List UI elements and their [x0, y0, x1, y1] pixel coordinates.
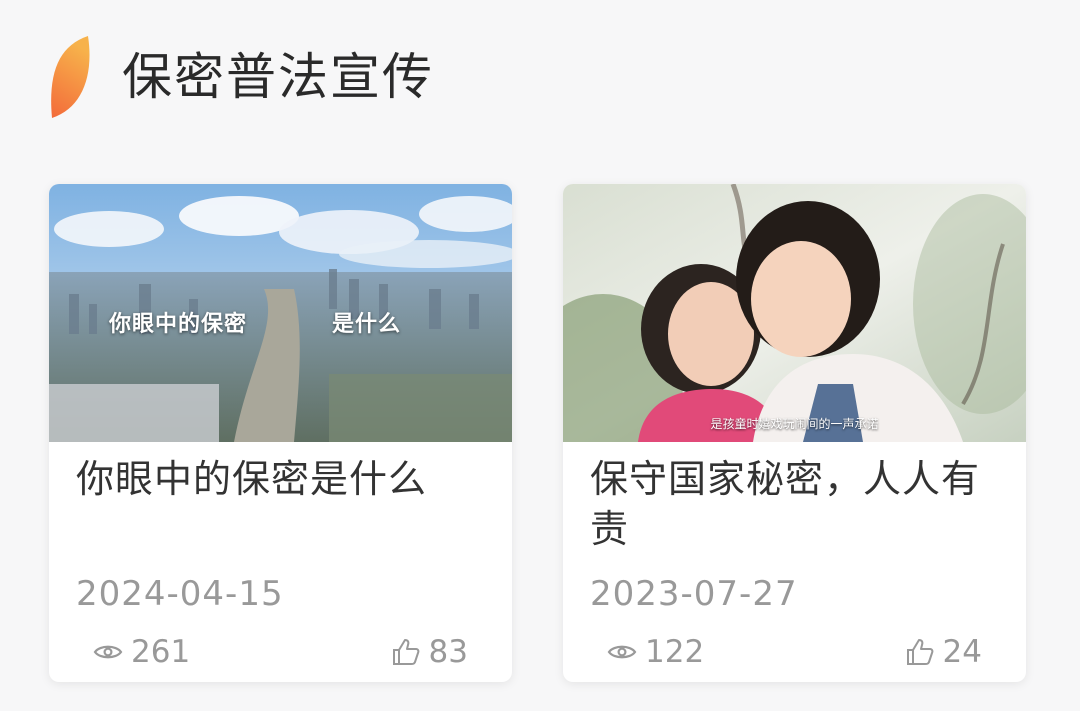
thumbs-up-icon[interactable]	[391, 637, 421, 667]
article-title[interactable]: 你眼中的保密是什么	[76, 454, 488, 504]
article-card[interactable]: 你眼中的保密 是什么 你眼中的保密是什么 2024-04-15 261 83	[49, 184, 512, 682]
section-header: 保密普法宣传	[48, 34, 434, 120]
view-count: 261	[93, 634, 190, 670]
thumbnail-overlay-text-right: 是什么	[332, 312, 402, 337]
like-count-value: 24	[942, 634, 982, 670]
eye-icon	[607, 645, 637, 659]
article-title[interactable]: 保守国家秘密，人人有责	[590, 454, 1002, 554]
children-photo-image	[563, 184, 1026, 442]
article-thumbnail[interactable]: 你眼中的保密 是什么	[49, 184, 512, 442]
eye-icon	[93, 645, 123, 659]
article-stats: 122 24	[607, 632, 982, 672]
like-count[interactable]: 24	[905, 634, 982, 670]
thumbnail-overlay-text-left: 你眼中的保密	[109, 312, 248, 337]
article-card[interactable]: 是孩童时嬉戏玩闹间的一声承诺 保守国家秘密，人人有责 2023-07-27 12…	[563, 184, 1026, 682]
page: 保密普法宣传 你眼中的保密 是什么 你眼中的保密是什么 2024-04-15 2…	[0, 0, 1080, 711]
like-count[interactable]: 83	[391, 634, 468, 670]
leaf-icon	[51, 36, 90, 118]
article-date: 2024-04-15	[76, 574, 284, 614]
view-count-value: 122	[645, 634, 705, 670]
article-stats: 261 83	[93, 632, 468, 672]
view-count: 122	[607, 634, 704, 670]
thumbs-up-icon[interactable]	[905, 637, 935, 667]
like-count-value: 83	[428, 634, 468, 670]
view-count-value: 261	[131, 634, 191, 670]
section-title: 保密普法宣传	[122, 48, 434, 106]
article-thumbnail[interactable]: 是孩童时嬉戏玩闹间的一声承诺	[563, 184, 1026, 442]
thumbnail-caption: 是孩童时嬉戏玩闹间的一声承诺	[710, 417, 879, 431]
article-date: 2023-07-27	[590, 574, 798, 614]
